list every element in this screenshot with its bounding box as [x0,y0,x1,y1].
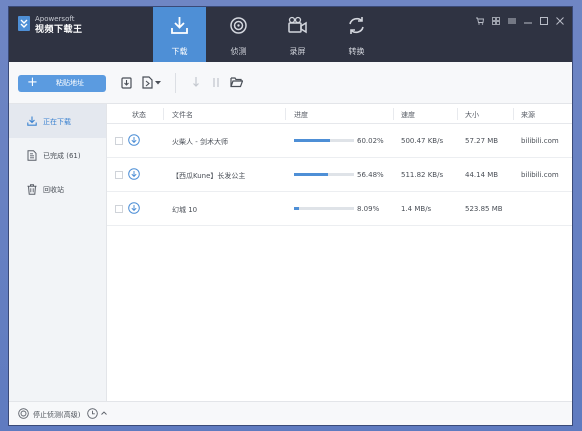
row-checkbox[interactable] [115,137,123,145]
start-download-icon[interactable] [192,76,200,89]
chevron-down-icon[interactable] [155,81,161,85]
app-window: Apowersoft 视频下载王 下载 侦测 录屏 转换 + 粘贴地址 正在下载… [9,7,572,425]
progress-fill [294,173,328,176]
chevron-up-icon[interactable] [101,411,107,415]
row-checkbox[interactable] [115,205,123,213]
sidebar-item-completed[interactable]: 已完成 (61) [9,138,106,172]
paste-url-button[interactable]: + 粘贴地址 [18,75,106,92]
column-divider[interactable] [393,108,394,120]
row-progress-text: 60.02% [357,137,384,145]
sidebar-item-label: 回收站 [43,186,64,194]
sidebar: 正在下载 已完成 (61) 回收站 [9,104,107,401]
sidebar-item-label: 已完成 (61) [43,152,81,160]
progress-fill [294,139,330,142]
table-row[interactable]: 【西瓜Kune】长发公主 56.48% 511.82 KB/s 44.14 MB… [107,158,572,192]
column-divider[interactable] [163,108,164,120]
header-speed[interactable]: 速度 [401,110,415,120]
download-icon [171,17,188,34]
row-size: 44.14 MB [465,171,499,179]
row-size: 523.85 MB [465,205,503,213]
menu-icon[interactable] [508,17,516,25]
column-divider[interactable] [285,108,286,120]
maximize-icon[interactable] [540,17,548,25]
row-speed: 511.82 KB/s [401,171,444,179]
stop-detect-icon[interactable] [18,408,29,419]
completed-icon [27,150,37,161]
paste-url-label: 粘贴地址 [56,79,84,87]
row-filename: 火柴人 - 剑术大师 [172,138,228,146]
brand-company: Apowersoft [35,15,75,23]
row-size: 57.27 MB [465,137,499,145]
tab-record[interactable]: 录屏 [271,7,324,62]
tab-detect[interactable]: 侦测 [212,7,265,62]
download-icon [27,116,37,126]
record-icon [288,16,307,34]
stop-detect-label[interactable]: 停止侦测(高级) [33,410,80,420]
row-filename: 【西瓜Kune】长发公主 [172,172,246,180]
trash-icon [27,184,37,195]
brand: Apowersoft 视频下载王 [35,15,83,36]
open-folder-icon[interactable] [230,76,243,88]
download-status-icon [128,202,140,214]
tab-label: 下载 [171,47,188,56]
main-nav: 下载 侦测 录屏 转换 [153,7,389,62]
tab-label: 录屏 [289,47,306,56]
table-header: 状态 文件名 进度 速度 大小 来源 [107,104,572,124]
app-logo-icon [18,16,30,31]
tab-convert[interactable]: 转换 [330,7,383,62]
batch-download-icon[interactable] [121,76,133,89]
download-status-icon [128,168,140,180]
file-import-icon[interactable] [142,76,153,89]
plus-icon: + [27,75,38,90]
download-table: 状态 文件名 进度 速度 大小 来源 火柴人 - 剑术大师 60.02% 500… [107,104,572,401]
clock-icon[interactable] [87,408,98,419]
sidebar-item-downloading[interactable]: 正在下载 [9,104,106,138]
status-bar: 停止侦测(高级) [9,401,572,425]
title-bar: Apowersoft 视频下载王 下载 侦测 录屏 转换 [9,7,572,62]
detect-icon [230,17,247,34]
row-progress-text: 8.09% [357,205,380,213]
sidebar-item-label: 正在下载 [43,118,71,126]
close-icon[interactable] [556,17,564,25]
minimize-icon[interactable] [524,17,532,25]
table-row[interactable]: 火柴人 - 剑术大师 60.02% 500.47 KB/s 57.27 MB b… [107,124,572,158]
row-source: bilibili.com [521,171,559,179]
table-row[interactable]: 幻城 10 8.09% 1.4 MB/s 523.85 MB [107,192,572,226]
row-filename: 幻城 10 [172,206,198,214]
toolbar-divider [175,73,176,93]
cart-icon[interactable] [476,17,484,25]
sidebar-item-trash[interactable]: 回收站 [9,172,106,206]
progress-fill [294,207,299,210]
window-controls [476,17,564,25]
row-source: bilibili.com [521,137,559,145]
progress-bar [294,207,354,210]
row-speed: 500.47 KB/s [401,137,444,145]
row-checkbox[interactable] [115,171,123,179]
progress-bar [294,139,354,142]
download-status-icon [128,134,140,146]
header-size[interactable]: 大小 [465,110,479,120]
column-divider[interactable] [457,108,458,120]
settings-icon[interactable] [492,17,500,25]
header-filename[interactable]: 文件名 [172,110,193,120]
column-divider[interactable] [513,108,514,120]
header-status[interactable]: 状态 [132,110,146,120]
tab-download[interactable]: 下载 [153,7,206,62]
header-source[interactable]: 来源 [521,110,535,120]
row-progress-text: 56.48% [357,171,384,179]
convert-icon [349,17,364,34]
row-speed: 1.4 MB/s [401,205,432,213]
toolbar: + 粘贴地址 [9,62,572,104]
pause-icon[interactable] [212,76,220,89]
tab-label: 转换 [348,47,365,56]
progress-bar [294,173,354,176]
header-progress[interactable]: 进度 [294,110,308,120]
tab-label: 侦测 [230,47,247,56]
app-title: 视频下载王 [35,25,83,35]
